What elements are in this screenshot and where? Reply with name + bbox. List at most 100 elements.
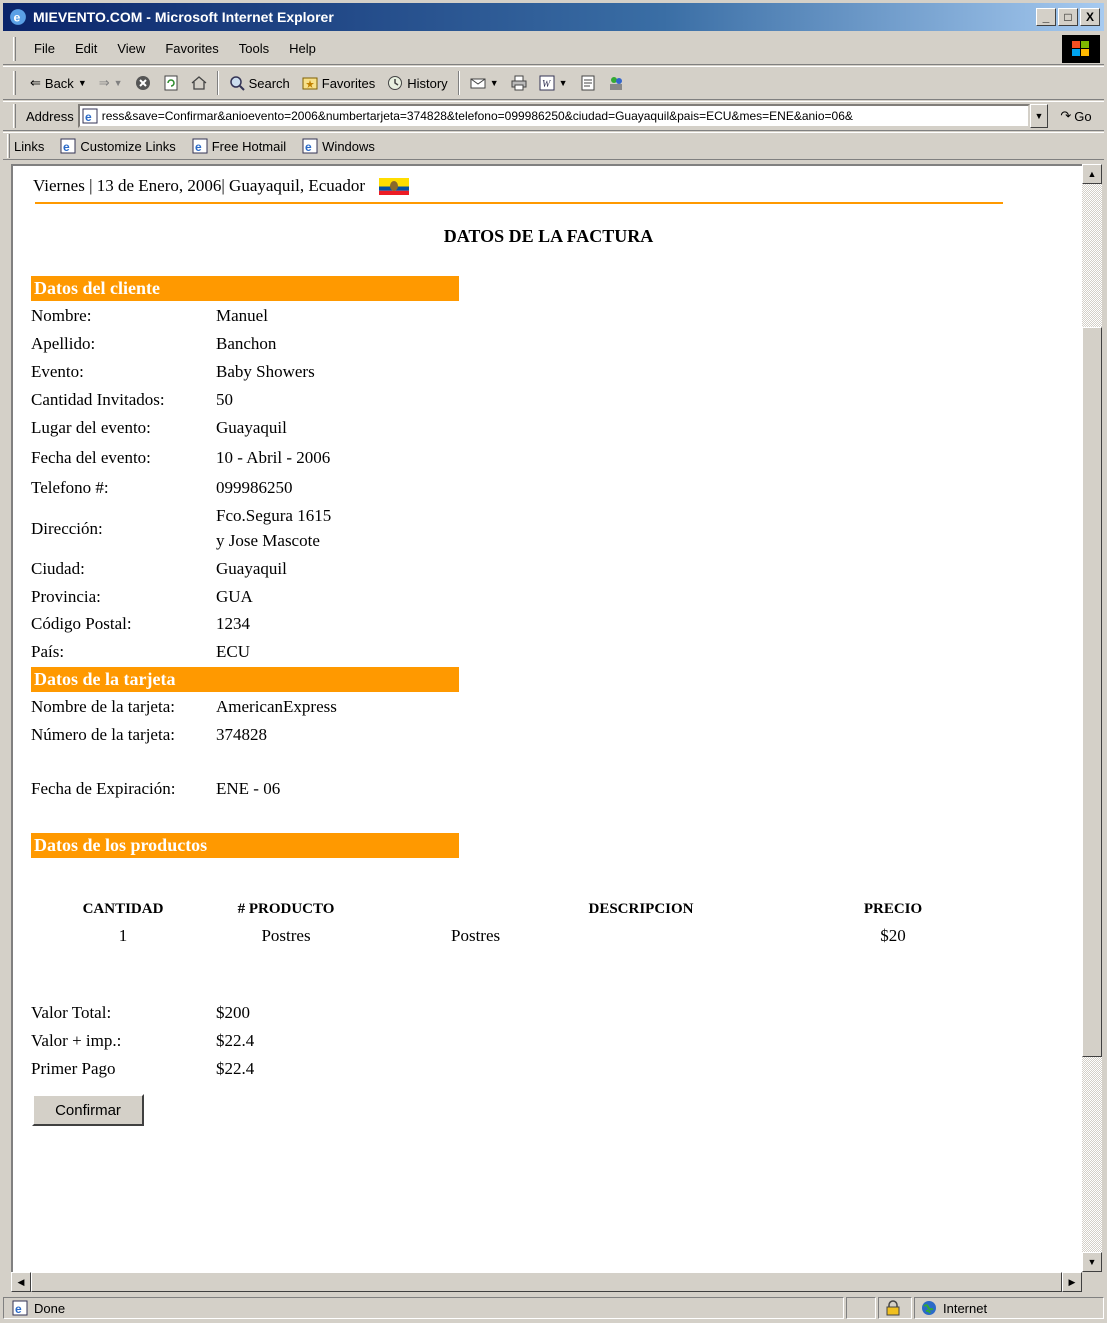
favorites-label: Favorites xyxy=(321,75,376,91)
refresh-button[interactable] xyxy=(157,69,185,97)
menu-help[interactable]: Help xyxy=(279,41,326,56)
toolbar-separator xyxy=(216,71,219,95)
toolbar-grip[interactable] xyxy=(13,104,16,128)
home-button[interactable] xyxy=(185,69,213,97)
chevron-down-icon[interactable]: ▼ xyxy=(490,78,499,88)
scroll-up-button[interactable]: ▲ xyxy=(1082,164,1102,184)
discuss-button[interactable] xyxy=(574,69,602,97)
scroll-right-button[interactable]: ▶ xyxy=(1062,1272,1082,1292)
address-label: Address xyxy=(26,108,74,124)
forward-button[interactable]: ⇒ ▼ xyxy=(93,69,129,97)
page-icon: e xyxy=(60,138,76,154)
menu-favorites[interactable]: Favorites xyxy=(155,41,228,56)
address-url: ress&save=Confirmar&anioevento=2006&numb… xyxy=(101,109,853,123)
field-value: Guayaquil xyxy=(216,418,287,437)
chevron-down-icon[interactable]: ▼ xyxy=(559,78,568,88)
page-icon: e xyxy=(192,138,208,154)
field-value: $22.4 xyxy=(216,1031,255,1050)
menu-bar: File Edit View Favorites Tools Help xyxy=(3,33,1104,65)
toolbar-separator xyxy=(457,71,460,95)
back-arrow-icon: ⇐ xyxy=(30,75,41,90)
field-label: Ciudad: xyxy=(31,559,85,578)
svg-text:e: e xyxy=(15,1302,22,1316)
standard-toolbar: ⇐ Back ▼ ⇒ ▼ Search Favorites History ▼ … xyxy=(3,66,1104,100)
stop-button[interactable] xyxy=(129,69,157,97)
globe-icon xyxy=(922,1301,936,1315)
edit-button[interactable]: W ▼ xyxy=(533,69,574,97)
back-button[interactable]: ⇐ Back ▼ xyxy=(24,69,93,97)
link-label: Windows xyxy=(322,138,375,154)
menu-view[interactable]: View xyxy=(107,41,155,56)
toolbar-grip[interactable] xyxy=(13,36,16,61)
svg-text:e: e xyxy=(14,11,21,25)
mail-button[interactable]: ▼ xyxy=(464,69,505,97)
link-label: Free Hotmail xyxy=(211,138,287,154)
favorites-icon xyxy=(302,77,318,90)
link-customize-links[interactable]: e Customize Links xyxy=(52,138,183,154)
scroll-left-button[interactable]: ◀ xyxy=(11,1272,31,1292)
status-main-pane: e Done xyxy=(3,1297,844,1319)
toolbar-grip[interactable] xyxy=(13,71,16,95)
chevron-down-icon[interactable]: ▼ xyxy=(78,78,87,88)
go-arrow-icon: ↷ xyxy=(1060,108,1072,123)
stop-icon xyxy=(135,76,150,90)
menu-edit[interactable]: Edit xyxy=(65,41,107,56)
search-button[interactable]: Search xyxy=(223,69,296,97)
scroll-thumb[interactable] xyxy=(31,1272,1062,1292)
maximize-button[interactable]: □ xyxy=(1058,8,1078,26)
cell-precio: $20 xyxy=(880,926,906,945)
svg-text:e: e xyxy=(305,140,312,154)
page-icon: e xyxy=(302,138,318,154)
page-icon: e xyxy=(82,108,98,124)
field-value: Banchon xyxy=(216,334,277,353)
print-icon xyxy=(511,75,527,91)
history-button[interactable]: History xyxy=(381,69,453,97)
links-bar: Links e Customize Links e Free Hotmail e… xyxy=(3,132,1104,160)
address-dropdown-button[interactable]: ▼ xyxy=(1030,104,1048,128)
field-label: Cantidad Invitados: xyxy=(31,390,165,409)
section-header-cliente: Datos del cliente xyxy=(31,276,459,301)
field-value: $22.4 xyxy=(216,1059,255,1078)
scroll-down-button[interactable]: ▼ xyxy=(1082,1252,1102,1272)
ie-logo-icon: e xyxy=(10,9,26,25)
messenger-icon xyxy=(609,77,622,90)
confirm-button[interactable]: Confirmar xyxy=(32,1094,144,1126)
field-label: Evento: xyxy=(31,362,84,381)
windows-logo-icon xyxy=(1062,35,1100,63)
field-label: Valor Total: xyxy=(31,1003,112,1022)
link-windows[interactable]: e Windows xyxy=(294,138,383,154)
lock-icon xyxy=(886,1300,900,1316)
close-button[interactable]: X xyxy=(1080,8,1100,26)
field-value: AmericanExpress xyxy=(216,697,337,716)
link-free-hotmail[interactable]: e Free Hotmail xyxy=(184,138,294,154)
field-value: Baby Showers xyxy=(216,362,315,381)
print-button[interactable] xyxy=(505,69,533,97)
field-value-line2: y Jose Mascote xyxy=(216,531,320,550)
minimize-button[interactable]: _ xyxy=(1036,8,1056,26)
word-edit-icon: W xyxy=(539,75,555,91)
scroll-thumb[interactable] xyxy=(1082,327,1102,1057)
search-icon xyxy=(229,76,245,91)
horizontal-scrollbar[interactable]: ◀ ▶ xyxy=(11,1272,1082,1292)
column-header-producto: # PRODUCTO xyxy=(237,901,335,917)
header-divider xyxy=(35,202,1003,204)
messenger-button[interactable] xyxy=(602,69,630,97)
field-label: Primer Pago xyxy=(31,1059,116,1078)
status-zone-pane: Internet xyxy=(914,1297,1104,1319)
vertical-scrollbar[interactable]: ▲ ▼ xyxy=(1082,164,1102,1272)
ecuador-flag-icon xyxy=(379,177,409,195)
refresh-icon xyxy=(164,75,178,91)
field-value: $200 xyxy=(216,1003,250,1022)
field-value: 1234 xyxy=(216,614,250,633)
forward-arrow-icon: ⇒ xyxy=(98,75,110,90)
go-button[interactable]: ↷ Go xyxy=(1048,108,1104,124)
status-text: Done xyxy=(34,1300,66,1316)
menu-file[interactable]: File xyxy=(24,41,65,56)
favorites-button[interactable]: Favorites xyxy=(296,69,381,97)
menu-tools[interactable]: Tools xyxy=(229,41,279,56)
date-location-text: Viernes | 13 de Enero, 2006| Guayaquil, … xyxy=(33,176,365,195)
toolbar-grip[interactable] xyxy=(7,134,10,158)
links-label: Links xyxy=(14,138,45,154)
address-input[interactable]: e ress&save=Confirmar&anioevento=2006&nu… xyxy=(77,104,1030,128)
chevron-down-icon[interactable]: ▼ xyxy=(114,78,123,88)
